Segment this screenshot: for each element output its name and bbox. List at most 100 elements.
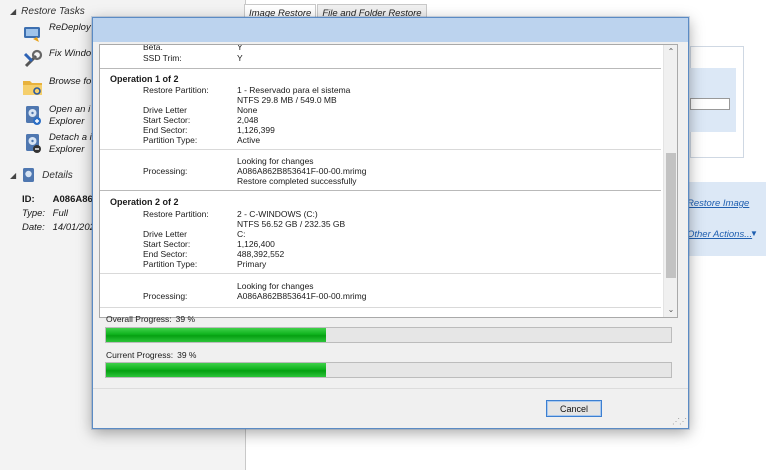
detail-id-key: ID:	[22, 194, 35, 205]
scroll-up-icon[interactable]: ⌃	[664, 46, 677, 58]
op1-row-label: Drive Letter	[143, 105, 187, 115]
op1-row-value: 1 - Reservado para el sistema	[237, 85, 351, 95]
op2-processing-line: Looking for changes	[237, 281, 314, 291]
restore-tasks-header[interactable]: ◢ Restore Tasks	[10, 6, 85, 17]
task-fix-windows[interactable]: Fix Windo	[22, 48, 91, 70]
op2-row: Start Sector:	[143, 239, 235, 249]
restore-log-panel: Beta. Y SSD Trim: Y Operation 1 of 2 Res…	[99, 44, 678, 318]
op1-processing-line: Restore completed successfully	[237, 176, 357, 186]
task-open-image[interactable]: Open an i Explorer	[22, 104, 90, 128]
op2-row-value: 488,392,552	[237, 249, 285, 259]
op1-processing-row: Processing:	[143, 166, 235, 176]
log-separator	[100, 68, 661, 69]
collapse-triangle-icon[interactable]: ◢	[10, 7, 16, 16]
restore-progress-dialog: Beta. Y SSD Trim: Y Operation 1 of 2 Res…	[92, 17, 689, 429]
task-browse-label: Browse fo	[49, 76, 92, 87]
task-fix-windows-label: Fix Windo	[49, 48, 92, 59]
op1-processing-line: Looking for changes	[237, 156, 314, 166]
redeploy-icon	[24, 27, 40, 42]
restore-tasks-title: Restore Tasks	[21, 6, 85, 17]
collapse-triangle-icon[interactable]: ◢	[10, 171, 16, 180]
task-browse[interactable]: Browse fo	[22, 76, 91, 98]
log-scrollbar[interactable]: ⌃ ⌄	[663, 45, 677, 317]
op2-row-label: Drive Letter	[143, 229, 187, 239]
op1-row-value: 1,126,399	[237, 125, 275, 135]
task-detach-image[interactable]: Detach a i Explorer	[22, 132, 92, 156]
details-list: ID: A086A862 Type: Full Date: 14/01/202	[22, 193, 98, 235]
other-actions-arrow-icon[interactable]: ▼	[750, 229, 758, 238]
details-header[interactable]: ◢ Details	[10, 167, 73, 183]
current-progress-value: 39 %	[177, 350, 197, 360]
op2-row: End Sector:	[143, 249, 235, 259]
op2-row-label: Partition Type:	[143, 259, 198, 269]
op2-row: Drive Letter	[143, 229, 235, 239]
detail-type-row: Type: Full	[22, 207, 98, 221]
log-separator	[100, 149, 661, 150]
disk-open-icon	[26, 106, 41, 125]
disk-detach-icon	[26, 134, 41, 153]
op1-row-value: Active	[237, 135, 261, 145]
task-detach-image-label: Detach a i Explorer	[49, 132, 92, 155]
op1-row-label: Start Sector:	[143, 115, 191, 125]
overall-progress-bar	[105, 327, 672, 343]
op2-row-value: 1,126,400	[237, 239, 275, 249]
operation-1-title: Operation 1 of 2	[110, 74, 179, 84]
actions-panel	[688, 182, 766, 256]
task-open-image-label: Open an i Explorer	[49, 104, 91, 127]
op2-row-value: Primary	[237, 259, 267, 269]
dialog-titlebar[interactable]	[93, 18, 688, 42]
detail-type-key: Type:	[22, 208, 46, 219]
detail-date-key: Date:	[22, 222, 45, 233]
op1-row: Partition Type:	[143, 135, 235, 145]
log-separator	[100, 307, 661, 308]
overall-progress-label: Overall Progress: 39 %	[106, 314, 195, 324]
log-row-label: Beta.	[143, 44, 163, 52]
op1-row: Start Sector:	[143, 115, 235, 125]
dialog-footer-divider	[93, 388, 688, 389]
scroll-down-icon[interactable]: ⌄	[664, 304, 677, 316]
other-actions-link[interactable]: Other Actions...	[687, 229, 752, 240]
op1-processing-line: A086A862B853641F-00-00.mrimg	[237, 166, 367, 176]
op2-row-value: 2 - C-WINDOWS (C:)	[237, 209, 318, 219]
op1-row: Restore Partition:	[143, 85, 235, 95]
folder-browse-icon	[23, 81, 42, 95]
cancel-button[interactable]: Cancel	[546, 400, 602, 417]
op1-row: End Sector:	[143, 125, 235, 135]
detail-date-row: Date: 14/01/202	[22, 221, 98, 235]
op1-row-label: End Sector:	[143, 125, 188, 135]
current-progress-text: Current Progress:	[106, 350, 174, 360]
log-separator	[100, 273, 661, 274]
current-progress-bar	[105, 362, 672, 378]
detail-id-row: ID: A086A862	[22, 193, 98, 207]
op1-row: Drive Letter	[143, 105, 235, 115]
resize-grip-icon[interactable]: ⋰⋰	[672, 417, 687, 426]
op2-row-label: Restore Partition:	[143, 209, 209, 219]
log-row: Beta.	[143, 44, 235, 52]
scroll-thumb[interactable]	[666, 153, 676, 278]
log-row-value: Y	[237, 44, 243, 52]
op1-row-value: NTFS 29.8 MB / 549.0 MB	[237, 95, 337, 105]
current-progress-fill	[106, 363, 327, 377]
background-input	[690, 98, 730, 110]
op1-processing-label: Processing:	[143, 166, 188, 176]
log-row: SSD Trim:	[143, 53, 235, 63]
op2-processing-row: Processing:	[143, 291, 235, 301]
op1-row-value: None	[237, 105, 258, 115]
task-redeploy[interactable]: ReDeploy	[22, 22, 91, 44]
current-progress-label: Current Progress: 39 %	[106, 350, 196, 360]
op2-row-label: Start Sector:	[143, 239, 191, 249]
op1-row-label: Restore Partition:	[143, 85, 209, 95]
fix-tools-icon	[23, 49, 43, 68]
op2-processing-label: Processing:	[143, 291, 188, 301]
log-row-label: SSD Trim:	[143, 53, 182, 63]
op2-row: Partition Type:	[143, 259, 235, 269]
detail-type-value: Full	[52, 208, 68, 219]
op2-processing-line: A086A862B853641F-00-00.mrimg	[237, 291, 367, 301]
op2-row: Restore Partition:	[143, 209, 235, 219]
operation-2-title: Operation 2 of 2	[110, 197, 179, 207]
overall-progress-value: 39 %	[175, 314, 196, 324]
op1-row-value: 2,048	[237, 115, 259, 125]
op2-row-value: C:	[237, 229, 246, 239]
restore-image-link[interactable]: Restore Image	[687, 198, 749, 209]
overall-progress-fill	[106, 328, 327, 342]
